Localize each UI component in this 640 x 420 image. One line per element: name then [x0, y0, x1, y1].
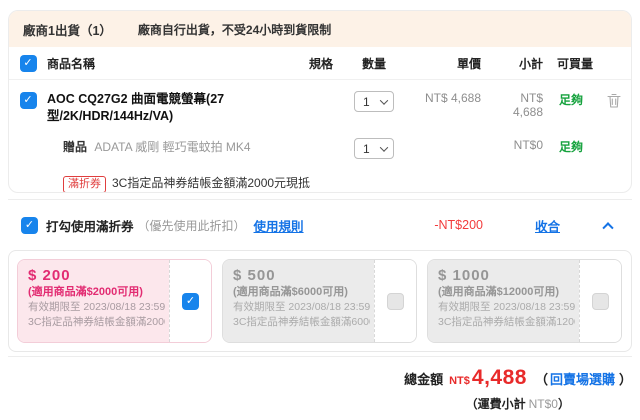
- coupon-description: 3C指定品神券結帳金額滿2000...: [28, 315, 165, 330]
- checkmark-icon: ✓: [23, 58, 32, 69]
- checkmark-icon: ✓: [186, 296, 195, 307]
- checkmark-icon: ✓: [23, 95, 32, 106]
- paren-close: ）: [619, 369, 632, 388]
- coupon-condition: (適用商品滿$12000可用): [438, 285, 575, 300]
- coupon-list: $ 200 (適用商品滿$2000可用) 有效期限至 2023/08/18 23…: [8, 250, 632, 352]
- total-amount: 4,488: [472, 366, 527, 390]
- coupon-amount: $ 500: [233, 267, 370, 285]
- coupon-description: 3C指定品神券結帳金額滿1200...: [438, 315, 575, 330]
- checkmark-icon: ✓: [25, 220, 34, 231]
- coupon-tag: 滿折券: [63, 176, 106, 193]
- paren-open: （: [466, 397, 478, 411]
- chevron-up-icon[interactable]: [602, 222, 613, 233]
- coupon-checkbox-unchecked[interactable]: [387, 293, 404, 310]
- gift-badge: 贈品: [63, 140, 87, 154]
- collapse-link[interactable]: 收合: [535, 216, 560, 235]
- coupon-card-1000[interactable]: $ 1000 (適用商品滿$12000可用) 有效期限至 2023/08/18 …: [427, 259, 622, 343]
- usage-rules-link[interactable]: 使用規則: [254, 216, 304, 235]
- column-header-product: 商品名稱: [47, 55, 299, 72]
- product-checkbox[interactable]: ✓: [20, 92, 37, 109]
- totals-section: 總金額 NT$ 4,488 （ 回賣場選購 ） （運費小計NT$0）: [404, 366, 632, 412]
- select-all-checkbox[interactable]: ✓: [20, 55, 37, 72]
- discount-toggle-row: ✓ 打勾使用滿折券 （優先使用此折扣） 使用規則 -NT$200 收合: [8, 200, 632, 250]
- shipping-label: 運費小計: [478, 397, 526, 411]
- coupon-expiry: 有效期限至 2023/08/18 23:59: [28, 300, 165, 315]
- coupon-card-200[interactable]: $ 200 (適用商品滿$2000可用) 有效期限至 2023/08/18 23…: [17, 259, 212, 343]
- discount-section: ✓ 打勾使用滿折券 （優先使用此折扣） 使用規則 -NT$200 收合 $ 20…: [8, 199, 632, 357]
- back-to-store-link[interactable]: 回賣場選購: [550, 369, 615, 388]
- coupon-condition: (適用商品滿$6000可用): [233, 285, 370, 300]
- coupon-note-row: 滿折券3C指定品神券結帳金額滿2000元現抵200折價券(部份商品適用): [9, 174, 631, 193]
- total-line: 總金額 NT$ 4,488 （ 回賣場選購 ）: [404, 366, 632, 390]
- use-coupon-note: （優先使用此折扣）: [138, 217, 246, 234]
- paren-open: （: [535, 369, 548, 388]
- total-currency: NT$: [449, 375, 470, 387]
- column-header-subtotal: 小計: [489, 55, 551, 72]
- product-unit-price: NT$ 4,688: [405, 91, 489, 105]
- vendor-shipment-card: 廠商1出貨（1） 廠商自行出貨，不受24小時到貨限制 ✓ 商品名稱 規格 數量 …: [8, 10, 632, 193]
- total-label: 總金額: [404, 369, 443, 388]
- coupon-description: 3C指定品神券結帳金額滿6000...: [233, 315, 370, 330]
- quantity-value: 1: [363, 142, 370, 156]
- vendor-header: 廠商1出貨（1） 廠商自行出貨，不受24小時到貨限制: [9, 11, 631, 47]
- paren-close: ）: [558, 397, 570, 411]
- chevron-down-icon: [380, 96, 388, 104]
- vendor-title: 廠商1出貨（1）: [23, 20, 112, 39]
- coupon-expiry: 有效期限至 2023/08/18 23:59: [438, 300, 575, 315]
- column-header-spec: 規格: [299, 55, 343, 72]
- coupon-checkbox-checked[interactable]: ✓: [182, 293, 199, 310]
- product-name[interactable]: AOC CQ27G2 曲面電競螢幕(27型/2K/HDR/144Hz/VA): [47, 91, 299, 125]
- shopping-cart-page: 廠商1出貨（1） 廠商自行出貨，不受24小時到貨限制 ✓ 商品名稱 規格 數量 …: [0, 0, 640, 420]
- shipping-line: （運費小計NT$0）: [404, 395, 632, 412]
- column-header-stock: 可買量: [551, 55, 599, 72]
- product-stock-status: 足夠: [551, 91, 599, 108]
- trash-icon: [607, 93, 621, 108]
- product-quantity-select[interactable]: 1: [354, 91, 394, 112]
- use-coupon-label: 打勾使用滿折券: [46, 216, 134, 235]
- quantity-value: 1: [363, 95, 370, 109]
- vendor-shipping-note: 廠商自行出貨，不受24小時到貨限制: [138, 21, 331, 38]
- chevron-down-icon: [380, 143, 388, 151]
- delete-item-button[interactable]: [605, 91, 623, 113]
- coupon-card-500[interactable]: $ 500 (適用商品滿$6000可用) 有效期限至 2023/08/18 23…: [222, 259, 417, 343]
- shipping-amount: NT$0: [529, 397, 558, 411]
- table-header-row: ✓ 商品名稱 規格 數量 單價 小計 可買量: [9, 47, 631, 80]
- coupon-checkbox-unchecked[interactable]: [592, 293, 609, 310]
- gift-subtotal: NT$0: [489, 138, 551, 152]
- gift-row: 贈品 ADATA 威剛 輕巧電蚊拍 MK4 1 NT$0 足夠: [9, 138, 631, 159]
- gift-quantity-select[interactable]: 1: [354, 138, 394, 159]
- discount-amount: -NT$200: [434, 218, 483, 232]
- product-row: ✓ AOC CQ27G2 曲面電競螢幕(27型/2K/HDR/144Hz/VA)…: [9, 80, 631, 125]
- use-coupon-checkbox[interactable]: ✓: [21, 217, 38, 234]
- coupon-condition: (適用商品滿$2000可用): [28, 285, 165, 300]
- column-header-unit-price: 單價: [405, 55, 489, 72]
- gift-name: ADATA 威剛 輕巧電蚊拍 MK4: [94, 140, 250, 154]
- coupon-amount: $ 200: [28, 267, 165, 285]
- gift-stock-status: 足夠: [551, 138, 599, 155]
- column-header-qty: 數量: [343, 55, 405, 72]
- product-subtotal: NT$ 4,688: [489, 91, 551, 119]
- coupon-amount: $ 1000: [438, 267, 575, 285]
- coupon-expiry: 有效期限至 2023/08/18 23:59: [233, 300, 370, 315]
